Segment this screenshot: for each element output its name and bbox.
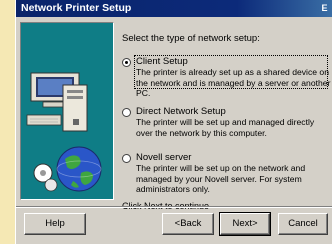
direct-network-setup-radio[interactable]	[122, 108, 131, 117]
setup-type-prompt: Select the type of network setup:	[122, 33, 260, 44]
title-corner-glyph: E	[321, 3, 328, 13]
computer-icon	[26, 72, 88, 132]
desktop-background	[0, 0, 15, 244]
next-button[interactable]: Next>	[219, 212, 271, 236]
client-setup-description: The printer is already set up as a share…	[136, 67, 331, 98]
help-button[interactable]: Help	[24, 213, 86, 235]
direct-network-setup-description: The printer will be set up and managed d…	[136, 117, 315, 138]
cancel-button[interactable]: Cancel	[278, 213, 328, 235]
novell-server-radio[interactable]	[122, 154, 131, 163]
globe-icon	[33, 146, 102, 192]
window-title: Network Printer Setup	[21, 2, 132, 14]
title-bar: Network Printer Setup E	[16, 0, 332, 17]
novell-server-description: The printer will be set up on the networ…	[136, 163, 306, 194]
setup-dialog: Network Printer Setup E Select the type …	[15, 0, 332, 244]
client-setup-radio[interactable]	[122, 58, 131, 67]
wizard-illustration	[20, 22, 114, 200]
wizard-illustration-svg	[26, 72, 102, 192]
button-separator	[16, 206, 332, 208]
back-button[interactable]: <Back	[162, 213, 214, 235]
